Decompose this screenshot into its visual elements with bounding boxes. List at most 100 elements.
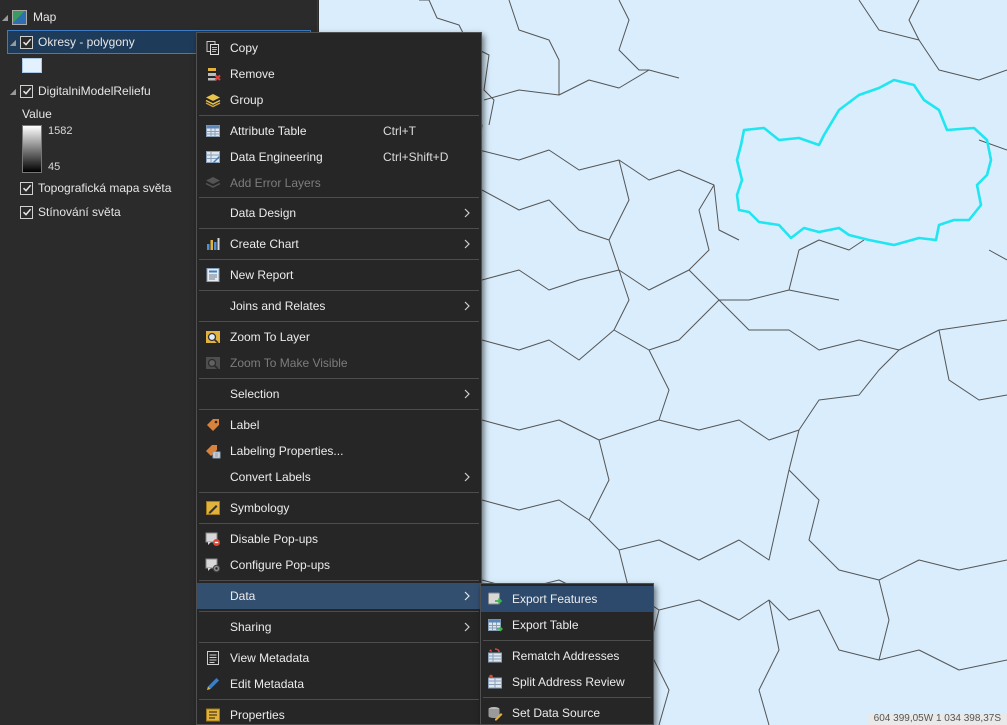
legend-low-value: 45: [48, 161, 61, 173]
menu-separator: [199, 642, 479, 643]
symbology-icon: [206, 501, 220, 515]
copy-icon: [206, 41, 219, 55]
export-table-icon: [488, 619, 503, 632]
polygon-symbol-swatch[interactable]: [22, 58, 42, 73]
map-label: Map: [33, 10, 57, 24]
menu-item-create-chart[interactable]: Create Chart: [197, 231, 481, 257]
selected-district-outline[interactable]: [735, 78, 993, 247]
menu-item-set-data-source[interactable]: Set Data Source: [481, 700, 653, 725]
layer-topograficka-mapa[interactable]: Topografická mapa světa: [18, 177, 171, 199]
menu-item-properties[interactable]: Properties: [197, 702, 481, 725]
menu-item-disable-popups[interactable]: Disable Pop-ups: [197, 526, 481, 552]
menu-separator: [199, 409, 479, 410]
menu-item-joins-and-relates[interactable]: Joins and Relates: [197, 293, 481, 319]
menu-item-labeling-properties[interactable]: Labeling Properties...: [197, 438, 481, 464]
menu-item-label: Edit Metadata: [230, 677, 305, 691]
layer-visibility-checkbox[interactable]: [20, 35, 33, 49]
menu-item-label[interactable]: Label: [197, 412, 481, 438]
legend-title: Value: [22, 107, 52, 121]
check-icon: [22, 184, 31, 192]
map-icon: [12, 9, 27, 25]
split-address-review-icon: [488, 674, 502, 689]
edit-metadata-icon: [207, 678, 219, 690]
menu-separator: [199, 699, 479, 700]
data-engineering-icon: [206, 151, 220, 163]
menu-separator: [199, 580, 479, 581]
menu-item-new-report[interactable]: New Report: [197, 262, 481, 288]
group-layers-icon: [205, 94, 221, 108]
menu-item-label: Attribute Table: [230, 124, 307, 138]
chevron-right-icon: [464, 301, 470, 311]
menu-item-label: Remove: [230, 67, 275, 81]
menu-item-label: Joins and Relates: [230, 299, 326, 313]
menu-item-edit-metadata[interactable]: Edit Metadata: [197, 671, 481, 697]
properties-icon: [206, 708, 220, 722]
menu-item-selection[interactable]: Selection: [197, 381, 481, 407]
menu-item-attribute-table[interactable]: Attribute Table Ctrl+T: [197, 118, 481, 144]
set-data-source-icon: [488, 707, 503, 721]
menu-item-label: Group: [230, 93, 264, 107]
menu-item-remove[interactable]: Remove: [197, 61, 481, 87]
chevron-right-icon: [464, 389, 470, 399]
layer-visibility-checkbox[interactable]: [20, 84, 33, 98]
menu-separator: [199, 523, 479, 524]
menu-item-rematch-addresses[interactable]: Rematch Addresses: [481, 643, 653, 669]
elevation-color-ramp[interactable]: [22, 125, 42, 173]
menu-item-label: Convert Labels: [230, 470, 311, 484]
zoom-to-layer-icon: [206, 331, 220, 344]
menu-item-label: Configure Pop-ups: [230, 558, 331, 572]
menu-item-label: Disable Pop-ups: [230, 532, 319, 546]
chevron-right-icon: [464, 591, 470, 601]
menu-item-export-features[interactable]: Export Features: [481, 586, 653, 612]
menu-item-data-design[interactable]: Data Design: [197, 200, 481, 226]
layer-visibility-checkbox[interactable]: [20, 205, 33, 219]
menu-separator: [199, 492, 479, 493]
expand-triangle-icon[interactable]: ◢: [8, 86, 18, 96]
menu-item-sharing[interactable]: Sharing: [197, 614, 481, 640]
legend-high-value: 1582: [48, 125, 73, 137]
menu-item-view-metadata[interactable]: View Metadata: [197, 645, 481, 671]
menu-item-configure-popups[interactable]: Configure Pop-ups: [197, 552, 481, 578]
menu-item-shortcut: Ctrl+Shift+D: [383, 150, 449, 164]
menu-item-label: Data Engineering: [230, 150, 323, 164]
menu-item-copy[interactable]: Copy: [197, 35, 481, 61]
expand-triangle-icon[interactable]: ◢: [0, 12, 10, 22]
menu-item-label: Zoom To Layer: [230, 330, 310, 344]
remove-icon: [208, 68, 221, 81]
layer-label: Okresy - polygony: [38, 35, 135, 49]
chevron-right-icon: [464, 208, 470, 218]
menu-item-label: New Report: [230, 268, 294, 282]
menu-separator: [199, 611, 479, 612]
zoom-make-visible-icon: [206, 357, 220, 370]
menu-item-data-engineering[interactable]: Data Engineering Ctrl+Shift+D: [197, 144, 481, 170]
layer-label: DigitalniModelReliefu: [38, 84, 151, 98]
layer-digitalni-model-reliefu[interactable]: ◢ DigitalniModelReliefu: [8, 80, 151, 102]
label-icon: [207, 419, 219, 431]
check-icon: [22, 208, 31, 216]
menu-item-label: Selection: [230, 387, 280, 401]
check-icon: [22, 38, 31, 46]
export-features-icon: [488, 592, 503, 605]
menu-item-zoom-to-layer[interactable]: Zoom To Layer: [197, 324, 481, 350]
map-coordinates-readout: 604 399,05W 1 034 398,37S: [867, 713, 1007, 725]
menu-item-data[interactable]: Data: [197, 583, 481, 609]
menu-item-group[interactable]: Group: [197, 87, 481, 113]
map-node[interactable]: ◢ Map: [0, 6, 56, 28]
menu-item-split-address-review[interactable]: Split Address Review: [481, 669, 653, 695]
menu-item-label: Add Error Layers: [230, 176, 321, 190]
expand-triangle-icon[interactable]: ◢: [8, 37, 18, 47]
menu-item-symbology[interactable]: Symbology: [197, 495, 481, 521]
menu-item-label: Split Address Review: [512, 675, 625, 689]
menu-separator: [199, 259, 479, 260]
menu-item-label: Rematch Addresses: [512, 649, 620, 663]
menu-item-label: Labeling Properties...: [230, 444, 344, 458]
layer-visibility-checkbox[interactable]: [20, 181, 33, 195]
menu-item-label: Set Data Source: [512, 706, 601, 720]
menu-item-label: View Metadata: [230, 651, 310, 665]
menu-item-export-table[interactable]: Export Table: [481, 612, 653, 638]
layer-label: Stínování světa: [38, 205, 121, 219]
layer-label: Topografická mapa světa: [38, 181, 172, 195]
menu-item-add-error-layers: Add Error Layers: [197, 170, 481, 196]
layer-stinovani-sveta[interactable]: Stínování světa: [18, 201, 121, 223]
menu-item-convert-labels[interactable]: Convert Labels: [197, 464, 481, 490]
